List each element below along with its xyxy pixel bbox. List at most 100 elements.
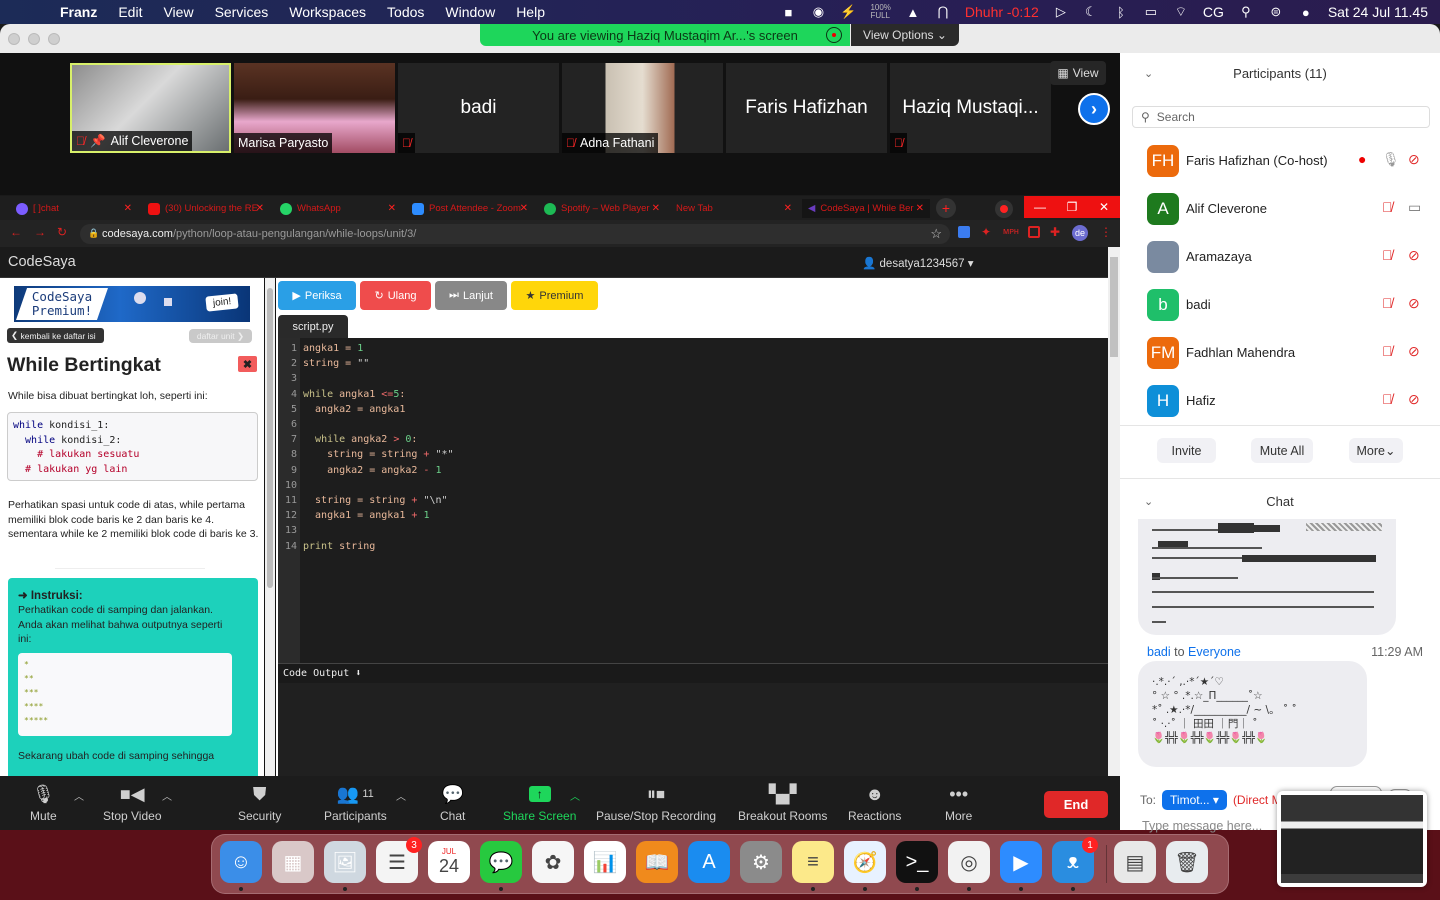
dock-app-chrome[interactable]: ◎ (948, 841, 990, 891)
view-layout-button[interactable]: ▦ View (1050, 61, 1106, 85)
dock-app-launchpad[interactable]: ▦ (272, 841, 314, 883)
audio-options-caret[interactable]: ︿ (74, 788, 84, 803)
battery-icon[interactable]: ▭ (1143, 4, 1159, 19)
menu-view[interactable]: View (163, 4, 193, 20)
file-tab-script[interactable]: script.py (278, 315, 348, 338)
video-options-caret[interactable]: ︿ (162, 788, 172, 803)
close-icon[interactable]: ✕ (1088, 196, 1120, 218)
dock-app-preview[interactable]: 🖼 (324, 841, 366, 891)
video-off-icon[interactable]: ⊘ (1408, 391, 1420, 408)
mic-muted-icon[interactable]: 🎙̸ (1382, 199, 1393, 215)
play-icon[interactable]: ▷ (1053, 4, 1069, 19)
close-tab-icon[interactable]: ✕ (916, 203, 924, 214)
browser-tab-whatsapp[interactable]: WhatsApp ✕ (274, 199, 402, 218)
dock-app-terminal[interactable]: >_ (896, 841, 938, 891)
dock-app-trash[interactable]: 🗑 (1166, 841, 1208, 883)
code-line[interactable]: angka1 = 1 (303, 341, 454, 356)
chat-recipient[interactable]: Everyone (1188, 645, 1241, 659)
spotlight-search-icon[interactable]: ⚲ (1238, 4, 1254, 19)
share-screen-button[interactable]: ↑ Share Screen (503, 782, 576, 823)
close-lesson-button[interactable]: ✖ (238, 356, 257, 372)
back-icon[interactable]: ← (10, 225, 22, 239)
menu-app-name[interactable]: Franz (60, 4, 97, 20)
mic-muted-icon[interactable]: 🎙̸ (1382, 247, 1393, 263)
code-editor[interactable]: 1 2 3 4 5 6 7 8 9 10 11 12 13 14 angka1 = 1 string = "… (278, 338, 1108, 663)
moon-icon[interactable]: ☾ (1083, 4, 1099, 19)
unit-list-button[interactable]: daftar unit ❯ (189, 329, 252, 343)
mute-button[interactable]: 🎙 Mute (30, 782, 57, 824)
siri-icon[interactable]: ● (1298, 5, 1314, 20)
invite-button[interactable]: Invite (1157, 438, 1216, 463)
dock-app-notes[interactable]: ≡ (792, 841, 834, 891)
close-tab-icon[interactable]: ✕ (784, 203, 792, 214)
mic-muted-icon[interactable]: 🎙̸ (1382, 295, 1393, 311)
menu-window[interactable]: Window (445, 4, 495, 20)
cloud-status-icon[interactable]: ◉ (810, 4, 826, 19)
video-off-icon[interactable]: ⊘ (1408, 247, 1420, 264)
code-line[interactable]: angka1 = angka1 + 1 (303, 508, 454, 523)
participants-search-input[interactable]: ⚲ Search (1132, 106, 1430, 128)
share-options-caret[interactable]: ︿ (570, 788, 580, 803)
minimize-icon[interactable]: — (1024, 196, 1056, 218)
close-tab-icon[interactable]: ✕ (520, 203, 528, 214)
dock-app-zoom[interactable]: ▶ (1000, 841, 1042, 891)
chat-message-input[interactable]: Type message here... (1142, 819, 1262, 833)
code-line[interactable]: string = string + "*" (303, 447, 453, 462)
code-line[interactable]: string = string + "\n" (303, 493, 454, 508)
close-tab-icon[interactable]: ✕ (256, 203, 264, 214)
forward-icon[interactable]: → (34, 225, 46, 239)
code-line[interactable]: while angka1 <=5: (303, 387, 454, 402)
profile-avatar[interactable]: de (1072, 225, 1088, 241)
more-button[interactable]: ••• More (945, 782, 972, 824)
video-camera-icon[interactable]: ▭ (1408, 199, 1421, 216)
user-menu[interactable]: 👤 desatya1234567 ▾ (862, 256, 974, 270)
user-initials[interactable]: CG (1203, 4, 1224, 20)
next-page-button[interactable]: › (1078, 93, 1110, 125)
security-button[interactable]: ⛊ Security (238, 782, 281, 824)
browser-tab-youtube[interactable]: (30) Unlocking the RE ✕ (142, 199, 270, 218)
lesson-scrollbar[interactable] (265, 278, 275, 776)
codesaya-logo[interactable]: CodeSaya (8, 254, 76, 270)
video-tile-marisa[interactable]: Marisa Paryasto (234, 63, 395, 153)
premium-banner[interactable]: CodeSaya Premium! join! (14, 286, 250, 322)
menu-help[interactable]: Help (516, 4, 545, 20)
code-line[interactable] (303, 371, 454, 386)
video-tile-alif[interactable]: 🎙̸ 📌 Alif Cleverone (70, 63, 231, 153)
bluetooth-icon[interactable]: ᛒ (1113, 5, 1129, 20)
screenshot-thumbnail-preview[interactable] (1277, 791, 1427, 887)
notification-bell-icon[interactable]: ▲ (905, 5, 921, 20)
menu-edit[interactable]: Edit (118, 4, 142, 20)
clock[interactable]: Sat 24 Jul 11.45 (1328, 4, 1428, 20)
mic-muted-icon[interactable]: 🎙̸ (1382, 343, 1393, 359)
dock-app-safari[interactable]: 🧭 (844, 841, 886, 891)
prayer-time[interactable]: Dhuhr -0:12 (965, 4, 1039, 20)
dock-app-messages[interactable]: 💬 (480, 841, 522, 891)
close-tab-icon[interactable]: ✕ (388, 203, 396, 214)
code-content[interactable]: angka1 = 1 string = "" while angka1 <=5: … (303, 341, 454, 554)
bookmark-star-icon[interactable]: ☆ (930, 226, 942, 242)
breakout-rooms-button[interactable]: ▚▞ Breakout Rooms (738, 782, 827, 824)
browser-tab-codesaya[interactable]: ◀ CodeSaya | While Ber ✕ (802, 199, 930, 218)
dock-app-books[interactable]: 📖 (636, 841, 678, 883)
mosque-icon[interactable]: ⋂ (935, 4, 951, 19)
browser-tab-zoom[interactable]: Post Attendee - Zoom ✕ (406, 199, 534, 218)
video-tile-adna[interactable]: 🎙̸ Adna Fathani (562, 63, 723, 153)
next-button[interactable]: ⏭ Lanjut (435, 281, 507, 310)
reload-icon[interactable]: ↻ (57, 225, 67, 239)
microphone-icon[interactable]: 🎙 (1382, 151, 1400, 168)
end-meeting-button[interactable]: End (1044, 791, 1108, 818)
record-extension-icon[interactable] (995, 200, 1013, 218)
code-line[interactable]: string = "" (303, 356, 454, 371)
code-line[interactable]: print string (303, 539, 454, 554)
video-tile-haziq[interactable]: Haziq Mustaqi... 🎙̸ (890, 63, 1051, 153)
participant-row[interactable]: H Hafiz 🎙̸ ⊘ (1120, 377, 1440, 425)
view-options-button[interactable]: View Options ⌄ (851, 24, 959, 46)
code-line[interactable]: angka2 = angka1 (303, 402, 454, 417)
pause-stop-recording-button[interactable]: ⏸⏹ Pause/Stop Recording (596, 782, 716, 824)
participants-more-button[interactable]: More ⌄ (1349, 438, 1403, 463)
menu-todos[interactable]: Todos (387, 4, 424, 20)
extensions-puzzle-icon[interactable]: ✚ (1050, 225, 1060, 239)
code-output-header[interactable]: Code Output ⬇ (278, 663, 1108, 683)
close-window-button[interactable] (8, 33, 20, 45)
back-to-contents-button[interactable]: ❮ kembali ke daftar isi (7, 328, 104, 343)
